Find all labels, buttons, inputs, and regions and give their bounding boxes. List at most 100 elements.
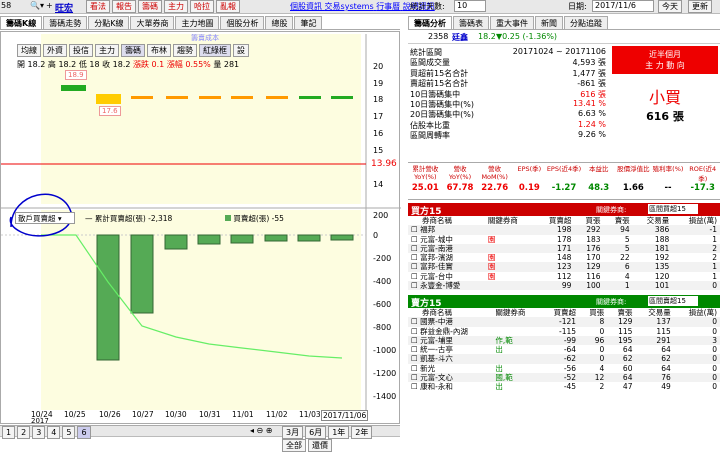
vol-bar-5: [230, 234, 254, 244]
page-1[interactable]: 1: [2, 426, 16, 439]
tab-chip-k[interactable]: 籌碼K線: [0, 16, 43, 29]
table-row[interactable]: ☐ 群益金鼎-內湖 -115 0 115 115 0: [408, 327, 720, 336]
vol-bar-1: [96, 234, 120, 361]
date-input[interactable]: 2017/11/6: [592, 0, 654, 12]
page-3[interactable]: 3: [32, 426, 46, 439]
x-axis-dates: 10/24 10/25 10/26 10/27 10/30 10/31 11/0…: [31, 410, 369, 421]
table-row[interactable]: ☐ 元富-城中園 178 183 5 188 1: [408, 235, 720, 244]
table-row[interactable]: ☐ 凱基-斗六 -62 0 62 62 0: [408, 354, 720, 364]
link-calendar[interactable]: 行事曆: [376, 2, 400, 11]
fin-headers: 累計營收YoY(%) 營收YoY(%) 營收MoM(%) EPS(季) EPS(近4季)…: [412, 165, 717, 183]
summary-row: 買超前15名合計 1,477 張: [410, 68, 606, 78]
buy-table: 券商名稱 關鍵券商 買賣超 買張 賣張 交易量 損益(萬) ☐ 福邦 198 292 94 386-…: [408, 216, 720, 291]
candle-3: [131, 96, 153, 99]
stock-name[interactable]: 旺宏: [55, 1, 73, 14]
table-row[interactable]: ☐ 統一-古亭出 -64 0 64 64 0: [408, 345, 720, 354]
link-trade[interactable]: 交易systems: [325, 2, 374, 11]
page-5[interactable]: 5: [62, 426, 76, 439]
search-icon[interactable]: 🔍▾: [30, 1, 44, 10]
candle-1: [61, 85, 86, 91]
page-6[interactable]: 6: [77, 426, 91, 439]
table-row[interactable]: ☐ 永豐金-博愛 99 100 1 101 0: [408, 281, 720, 291]
sell-combo[interactable]: 區間賣超15: [648, 296, 698, 306]
sell-header: 賣方15 關鍵券商: 區間賣超15: [408, 295, 720, 309]
lower-dropdown[interactable]: 散戶買賣超 ▾: [15, 212, 75, 224]
rumor-button[interactable]: 亂報: [216, 0, 240, 13]
vol-bar-6: [264, 234, 288, 242]
price-chart: [1, 34, 401, 412]
range-6m[interactable]: 6月: [305, 426, 327, 439]
page-4[interactable]: 4: [47, 426, 61, 439]
days-select[interactable]: 10: [454, 0, 486, 12]
today-button[interactable]: 今天: [658, 0, 682, 13]
buy-table-wrap: 券商名稱 關鍵券商 買賣超 買張 賣張 交易量 損益(萬) ☐ 福邦 198 292 94 386-…: [408, 216, 720, 294]
current-price: 13.96: [371, 159, 397, 169]
summary-row: 統計區間 20171024 ~ 20171106: [410, 47, 606, 57]
tab-big-broker[interactable]: 大單券商: [130, 16, 175, 29]
candle-7: [266, 96, 288, 99]
tab-branch-track[interactable]: 分點追蹤: [564, 16, 608, 29]
candle-6: [231, 96, 253, 99]
buy-combo[interactable]: 區間買超15: [648, 204, 698, 214]
chart-panel: 籌賣成本 均線 外資 投信 主力 籌碼 布林 趨勢 紅綠框設 開 18.2 高 18.2 低 …: [0, 31, 401, 425]
summary-row: 10日籌碼集中(%) 13.41 %: [410, 98, 606, 109]
table-row[interactable]: ☐ 富邦-濱湖園 148 170 22 192 2: [408, 253, 720, 262]
tab-notes[interactable]: 筆記: [294, 16, 323, 29]
fin-values: 25.01 67.78 22.76 0.19 -1.27 48.3 1.66 -- -17.3: [411, 183, 715, 193]
zoom-out-icon[interactable]: ◂ ⊖ ⊕: [250, 426, 273, 435]
table-row[interactable]: ☐ 元富-南港 171 176 5 181 2: [408, 243, 720, 254]
table-row[interactable]: ☐ 元富-埔里 作,範 -99 96 195 291 3: [408, 335, 720, 346]
chat-button[interactable]: 哈拉: [190, 0, 214, 13]
chips-button[interactable]: 籌碼: [138, 0, 162, 13]
tab-major-events[interactable]: 重大事件: [490, 16, 534, 29]
view-button[interactable]: 看法: [86, 0, 110, 13]
top-toolbar: 58 🔍▾ + 旺宏 看法 報告 籌碼 主力 哈拉 亂報 個股資訊 交易systems 行…: [0, 0, 720, 14]
sell-table: 券商名稱 關鍵券商 買賣超 買張 賣張 交易量 損益(萬) ☐ 國票-中港 -121 8 129 1…: [408, 308, 720, 392]
main-force-button[interactable]: 主力: [164, 0, 188, 13]
link-stock-info[interactable]: 個股資訊: [290, 2, 322, 11]
candle-4: [166, 96, 188, 99]
tab-news[interactable]: 新聞: [535, 16, 563, 29]
table-row[interactable]: ☐ 福邦 198 292 94 386 -1: [408, 225, 720, 235]
range-2y[interactable]: 2年: [351, 426, 373, 439]
tab-main-map[interactable]: 主力地圖: [175, 16, 220, 29]
tab-chip-analysis[interactable]: 籌碼分析: [408, 16, 452, 29]
add-icon[interactable]: +: [46, 1, 53, 10]
summary-row: 區間周轉率 9.26 %: [410, 130, 606, 141]
range-all[interactable]: 全部: [282, 439, 306, 452]
cumulative-line: [41, 234, 343, 359]
candle-8: [299, 96, 321, 99]
table-row[interactable]: ☐ 康和-永和出 -45 2 47 49 0: [408, 382, 720, 391]
summary-row: 佔股本比重 1.24 %: [410, 119, 606, 130]
sell-table-wrap: 券商名稱 關鍵券商 買賣超 買張 賣張 交易量 損益(萬) ☐ 國票-中港 -121 8 129 1…: [408, 308, 720, 436]
tab-branch-k[interactable]: 分點K線: [88, 16, 130, 29]
tab-chip-trend[interactable]: 籌碼走勢: [43, 16, 88, 29]
candle-5: [199, 96, 221, 99]
table-row[interactable]: ☐ 富邦-佳實園 123 129 6 135 1: [408, 262, 720, 272]
stock-code-input[interactable]: 58: [1, 1, 11, 10]
buy-header-row: 券商名稱 關鍵券商 買賣超 買張 賣張 交易量 損益(萬): [422, 216, 717, 225]
vol-bar-8: [330, 234, 354, 241]
page-2[interactable]: 2: [17, 426, 31, 439]
table-row[interactable]: ☐ 國票-中港 -121 8 129 137 0: [408, 317, 720, 327]
range-3m[interactable]: 3月: [282, 426, 304, 439]
tab-chip-table[interactable]: 籌碼表: [453, 16, 489, 29]
vol-bar-3: [164, 234, 188, 250]
financial-strip: 累計營收YoY(%) 營收YoY(%) 營收MoM(%) EPS(季) EPS(近4季)…: [408, 162, 720, 200]
vol-bar-7: [297, 234, 321, 242]
vol-bar-4: [197, 234, 221, 245]
tab-total[interactable]: 總股: [265, 16, 294, 29]
main-force-box: 近半個月 主 力 動 向: [612, 46, 718, 74]
summary-row: 10日籌碼集中 616 張: [410, 89, 606, 99]
table-row[interactable]: ☐ 新光出 -56 4 60 64 0: [408, 364, 720, 373]
tab-stock-analysis[interactable]: 個股分析: [220, 16, 265, 29]
report-button[interactable]: 報告: [112, 0, 136, 13]
restore-price[interactable]: 還價: [308, 439, 332, 452]
left-tabs: 籌碼K線 籌碼走勢 分點K線 大單券商 主力地圖 個股分析 總股 筆記: [0, 16, 400, 30]
table-row[interactable]: ☐ 元富-文心 國,範 -52 12 64 76 0: [408, 373, 720, 383]
range-1y[interactable]: 1年: [328, 426, 350, 439]
summary-row: 20日籌碼集中(%) 6.63 %: [410, 109, 606, 120]
summary-table: 統計區間 20171024 ~ 20171106 區間成交量 4,593 張 買超前…: [410, 47, 608, 141]
refresh-button[interactable]: 更新: [688, 0, 712, 13]
table-row[interactable]: ☐ 元富-台中園 112 116 4 120 1: [408, 272, 720, 281]
